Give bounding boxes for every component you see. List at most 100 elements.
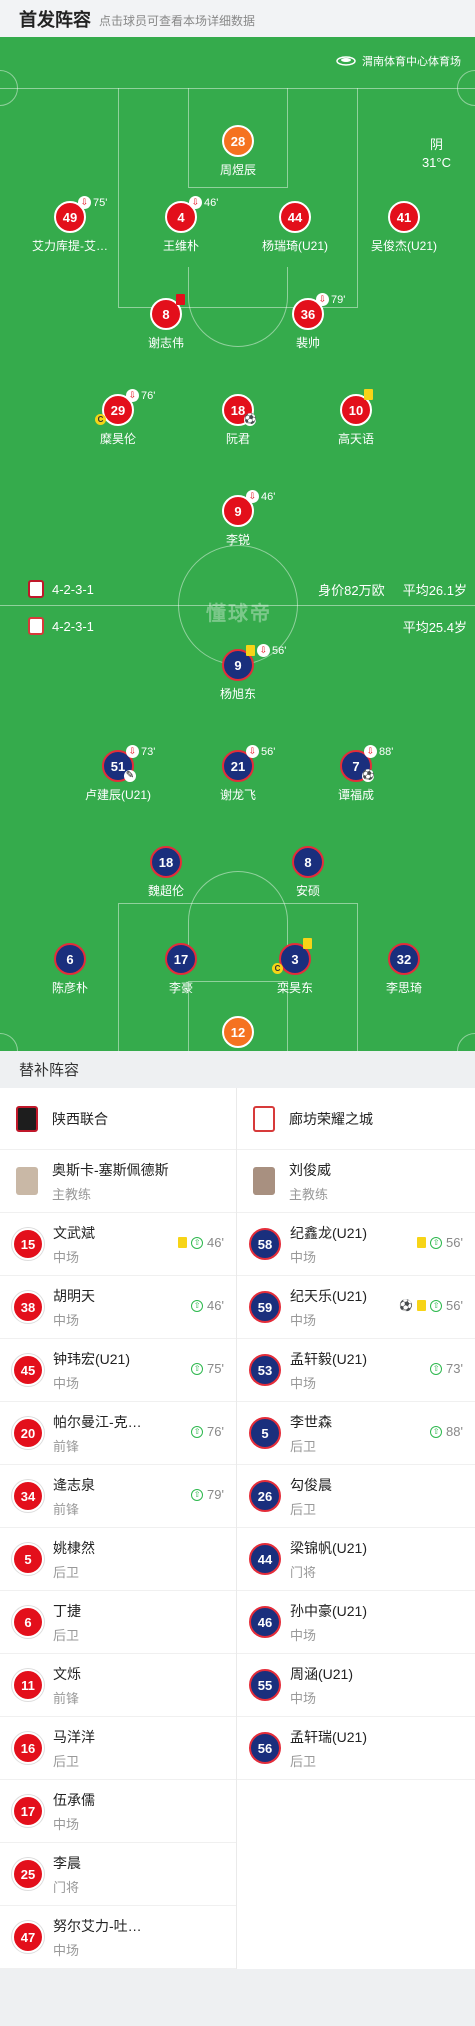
sub-player-row[interactable]: 59 纪天乐(U21) 中场 ⚽ ⇧ 56'	[237, 1276, 475, 1339]
sub-in-icon: ⇧	[191, 1488, 204, 1501]
player-name: 钟玮宏(U21)	[53, 1350, 131, 1367]
player-name: 逄志泉	[53, 1476, 95, 1493]
sub-player-row[interactable]: 45 钟玮宏(U21) 中场 ⇧ 75'	[0, 1339, 236, 1402]
sub-minute: 56'	[261, 745, 276, 758]
sub-player-row[interactable]: 11 文烁 前锋	[0, 1654, 236, 1717]
player-position: 门将	[290, 1564, 317, 1580]
away-player[interactable]: 32 李思琦	[344, 943, 464, 996]
away-player[interactable]: 6 陈彦朴	[10, 943, 130, 996]
home-player[interactable]: 4 ⇩ 46' 王维朴	[121, 196, 241, 254]
player-name: 高天语	[337, 432, 374, 446]
page-header: 首发阵容 点击球员可查看本场详细数据	[0, 0, 475, 37]
player-marker: 9 ⇩ 56'	[222, 644, 286, 681]
home-player[interactable]: 44 杨瑞琦(U21)	[235, 201, 355, 254]
sub-player-row[interactable]: 44 梁锦帆(U21) 门将	[237, 1528, 475, 1591]
sub-player-row[interactable]: 55 周涵(U21) 中场	[237, 1654, 475, 1717]
sub-minute: 76'	[207, 1424, 224, 1439]
sub-events: ⇧ 46'	[178, 1235, 224, 1250]
subs-title: 替补阵容	[0, 1051, 475, 1088]
sub-player-row[interactable]: 53 孟轩毅(U21) 中场 ⇧ 73'	[237, 1339, 475, 1402]
player-info: 梁锦帆(U21) 门将	[290, 1538, 367, 1581]
home-player[interactable]: 28 周煜辰	[178, 125, 298, 178]
jersey-number: 17	[165, 943, 197, 975]
sub-player-row[interactable]: 16 马洋洋 后卫	[0, 1717, 236, 1780]
sub-minute: 73'	[446, 1361, 463, 1376]
sub-player-row[interactable]: 34 逄志泉 前锋 ⇧ 79'	[0, 1465, 236, 1528]
sub-minute: 46'	[261, 490, 276, 503]
player-name: 孟轩瑞(U21)	[290, 1728, 368, 1745]
away-player[interactable]: 21 ⇩ 56' 谢龙飞	[178, 745, 298, 803]
sub-player-row[interactable]: 5 李世森 后卫 ⇧ 88'	[237, 1402, 475, 1465]
away-player[interactable]: 51 ⇩ 73' ✎ 卢建辰(U21)	[58, 745, 178, 803]
player-position: 前锋	[53, 1438, 80, 1454]
jersey-number: 12	[222, 1016, 254, 1048]
home-player[interactable]: 18 ⚽ 阮君	[178, 394, 298, 447]
home-stats: 身价82万欧 平均26.1岁	[318, 580, 467, 599]
player-position: 前锋	[53, 1690, 80, 1706]
away-player[interactable]: 3 C 栾昊东	[235, 938, 355, 996]
home-player[interactable]: 36 ⇩ 79' 裴帅	[248, 293, 368, 351]
player-position: 后卫	[290, 1501, 317, 1517]
team-header-home[interactable]: 陕西联合	[0, 1088, 236, 1150]
player-name: 裴帅	[295, 336, 320, 350]
away-player[interactable]: 12陈楠存	[178, 1016, 298, 1051]
sub-player-row[interactable]: 25 李晨 门将	[0, 1843, 236, 1906]
watermark-logo: 懂球帝	[206, 603, 272, 625]
event-badges: ⇩ 56'	[246, 644, 286, 657]
away-player[interactable]: 9 ⇩ 56' 杨旭东	[178, 644, 298, 702]
player-name: 丁捷	[53, 1602, 81, 1619]
sub-player-row[interactable]: 58 纪鑫龙(U21) 中场 ⇧ 56'	[237, 1213, 475, 1276]
yellow-card-icon	[303, 938, 312, 949]
sub-out-icon: ⇩	[364, 745, 377, 758]
player-info: 孙中豪(U21) 中场	[290, 1601, 367, 1644]
event-badges	[364, 389, 373, 400]
sub-minute: 75'	[207, 1361, 224, 1376]
jersey-number: 59	[249, 1291, 281, 1323]
sub-player-row[interactable]: 26 勾俊晨 后卫	[237, 1465, 475, 1528]
player-name: 孟轩毅(U21)	[290, 1350, 368, 1367]
player-info: 帕尔曼江-克… 前锋	[53, 1412, 142, 1455]
assist-icon: ✎	[124, 770, 136, 782]
home-player[interactable]: 8 谢志伟	[106, 294, 226, 351]
player-name: 吴俊杰(U21)	[370, 239, 437, 253]
jersey-number: 53	[249, 1354, 281, 1386]
sub-minute: 46'	[207, 1235, 224, 1250]
player-name: 胡明天	[53, 1287, 95, 1304]
sub-minute: 56'	[446, 1235, 463, 1250]
player-marker: 49 ⇩ 75'	[54, 196, 107, 233]
home-player[interactable]: 9 ⇩ 46' 李锐	[178, 490, 298, 548]
away-player[interactable]: 7 ⇩ 88' ⚽ 谭福成	[296, 745, 416, 803]
coach-row[interactable]: 奥斯卡-塞斯佩德斯 主教练	[0, 1150, 236, 1213]
sub-player-row[interactable]: 47 努尔艾力-吐… 中场	[0, 1906, 236, 1969]
sub-player-row[interactable]: 15 文武斌 中场 ⇧ 46'	[0, 1213, 236, 1276]
player-name: 马洋洋	[53, 1728, 95, 1745]
sub-player-row[interactable]: 46 孙中豪(U21) 中场	[237, 1591, 475, 1654]
player-name: 谢龙飞	[219, 788, 256, 802]
home-player[interactable]: 41 吴俊杰(U21)	[344, 201, 464, 254]
sub-minute: 73'	[141, 745, 156, 758]
jersey-number: 32	[388, 943, 420, 975]
player-marker: 29 ⇩ 76' C	[95, 389, 155, 426]
player-name: 伍承儒	[53, 1791, 95, 1808]
away-player[interactable]: 18 魏超伦	[106, 846, 226, 899]
home-player[interactable]: 10 高天语	[296, 389, 416, 447]
sub-player-row[interactable]: 17 伍承儒 中场	[0, 1780, 236, 1843]
home-player[interactable]: 29 ⇩ 76' C 糜昊伦	[58, 389, 178, 447]
sub-player-row[interactable]: 6 丁捷 后卫	[0, 1591, 236, 1654]
coach-row[interactable]: 刘俊威 主教练	[237, 1150, 475, 1213]
away-player[interactable]: 17 李豪	[121, 943, 241, 996]
player-name: 纪鑫龙(U21)	[290, 1224, 368, 1241]
jersey-number: 6	[54, 943, 86, 975]
away-player[interactable]: 8 安硕	[248, 846, 368, 899]
sub-player-row[interactable]: 38 胡明天 中场 ⇧ 46'	[0, 1276, 236, 1339]
jersey-number: 38	[12, 1291, 44, 1323]
home-player[interactable]: 49 ⇩ 75' 艾力库提-艾…	[10, 196, 130, 254]
player-marker: 10	[340, 389, 373, 426]
sub-player-row[interactable]: 5 姚棣然 后卫	[0, 1528, 236, 1591]
sub-player-row[interactable]: 20 帕尔曼江-克… 前锋 ⇧ 76'	[0, 1402, 236, 1465]
team-header-away[interactable]: 廊坊荣耀之城	[237, 1088, 475, 1150]
player-info: 勾俊晨 后卫	[290, 1475, 332, 1518]
sub-player-row[interactable]: 56 孟轩瑞(U21) 后卫	[237, 1717, 475, 1780]
player-marker: 32	[388, 943, 420, 975]
sub-in-icon: ⇧	[191, 1362, 204, 1375]
